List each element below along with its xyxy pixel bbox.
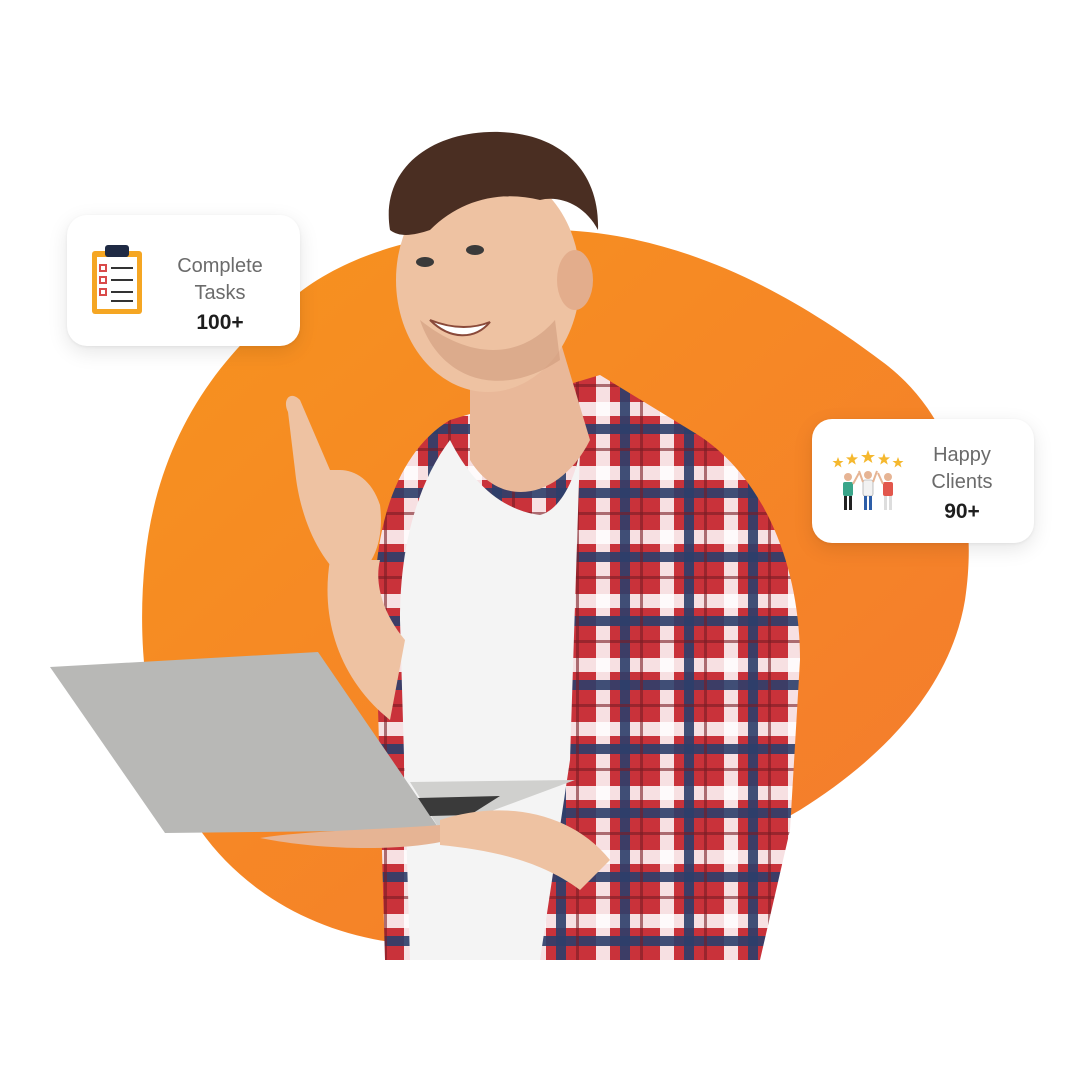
happy-clients-value: 90+ xyxy=(944,500,980,523)
complete-tasks-value: 100+ xyxy=(196,311,244,334)
happy-clients-stars-icon xyxy=(832,450,904,510)
happy-clients-line1: Happy xyxy=(933,444,991,466)
happy-clients-text: Happy Clients 90+ xyxy=(916,442,1008,525)
complete-tasks-card: Complete Tasks 100+ xyxy=(67,215,300,346)
complete-tasks-text: Complete Tasks 100+ xyxy=(159,253,281,336)
happy-clients-card: Happy Clients 90+ xyxy=(812,419,1034,543)
complete-tasks-line2: Tasks xyxy=(194,282,246,304)
clipboard-checklist-icon xyxy=(92,245,142,314)
complete-tasks-line1: Complete xyxy=(177,255,263,277)
happy-clients-line2: Clients xyxy=(931,471,993,493)
